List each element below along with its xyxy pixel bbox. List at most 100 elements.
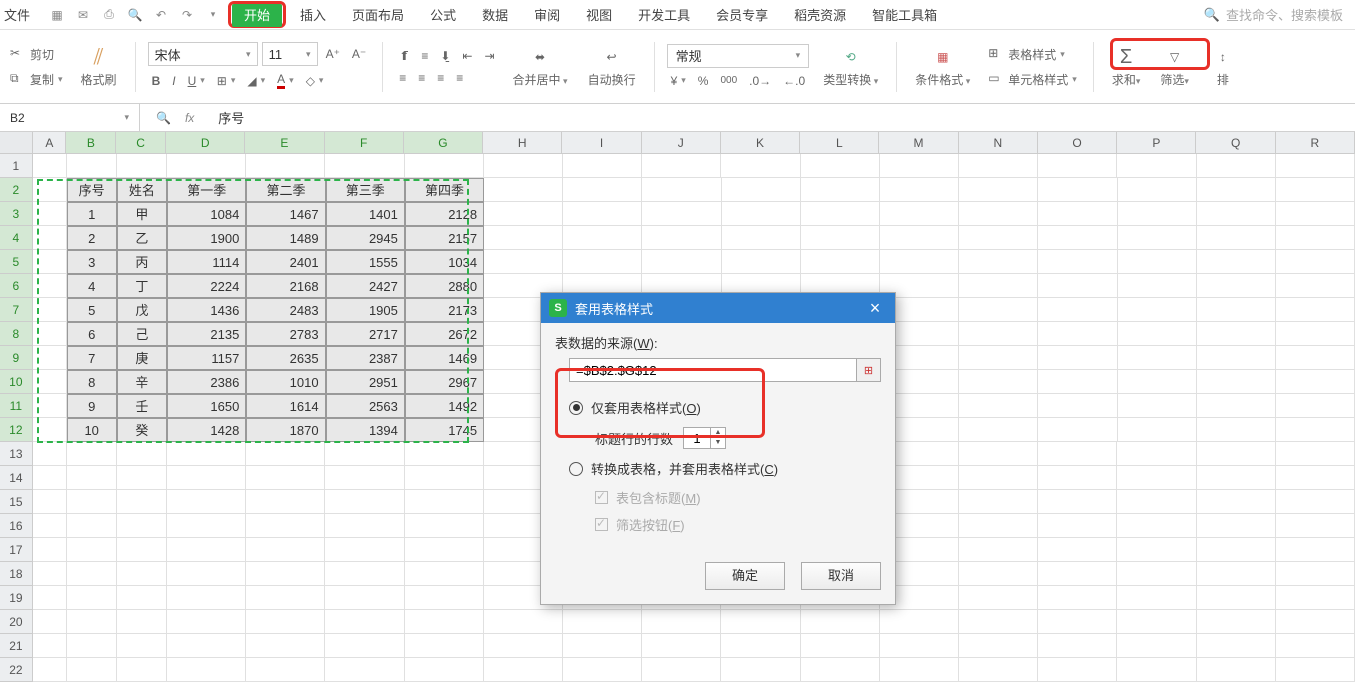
cell-A18[interactable] xyxy=(33,562,67,586)
row-header-10[interactable]: 10 xyxy=(0,370,33,394)
cell-R20[interactable] xyxy=(1276,610,1355,634)
cell-A20[interactable] xyxy=(33,610,67,634)
cell-P2[interactable] xyxy=(1118,178,1197,202)
row-header-18[interactable]: 18 xyxy=(0,562,33,586)
cell-G13[interactable] xyxy=(405,442,484,466)
cell-R10[interactable] xyxy=(1276,370,1355,394)
row-header-14[interactable]: 14 xyxy=(0,466,33,490)
name-box[interactable]: B2 ▾ xyxy=(0,104,140,131)
cell-B18[interactable] xyxy=(67,562,117,586)
cell-O19[interactable] xyxy=(1038,586,1117,610)
cell-F21[interactable] xyxy=(325,634,404,658)
cell-G15[interactable] xyxy=(405,490,484,514)
cell-C21[interactable] xyxy=(117,634,167,658)
cell-B19[interactable] xyxy=(67,586,117,610)
cell-E1[interactable] xyxy=(246,154,325,178)
cell-R15[interactable] xyxy=(1276,490,1355,514)
row-header-3[interactable]: 3 xyxy=(0,202,33,226)
cell-D10[interactable]: 2386 xyxy=(167,370,246,394)
cell-R13[interactable] xyxy=(1276,442,1355,466)
cell-F13[interactable] xyxy=(325,442,404,466)
cell-B12[interactable]: 10 xyxy=(67,418,117,442)
cell-P18[interactable] xyxy=(1117,562,1196,586)
col-header-P[interactable]: P xyxy=(1117,132,1196,153)
align-top-button[interactable]: ⬆̄ xyxy=(395,47,413,65)
cell-P7[interactable] xyxy=(1118,298,1197,322)
cell-B3[interactable]: 1 xyxy=(67,202,117,226)
cell-N14[interactable] xyxy=(959,466,1038,490)
row-header-7[interactable]: 7 xyxy=(0,298,33,322)
cell-N22[interactable] xyxy=(959,658,1038,682)
row-header-6[interactable]: 6 xyxy=(0,274,33,298)
cell-B5[interactable]: 3 xyxy=(67,250,117,274)
cell-C16[interactable] xyxy=(117,514,167,538)
cell-P10[interactable] xyxy=(1118,370,1197,394)
align-right-button[interactable]: ≡ xyxy=(433,69,448,87)
cell-R11[interactable] xyxy=(1276,394,1355,418)
cell-K21[interactable] xyxy=(721,634,800,658)
cell-E16[interactable] xyxy=(246,514,325,538)
cell-B4[interactable]: 2 xyxy=(67,226,117,250)
cell-D21[interactable] xyxy=(167,634,246,658)
cell-O3[interactable] xyxy=(1038,202,1117,226)
cell-C11[interactable]: 壬 xyxy=(117,394,167,418)
select-all-corner[interactable] xyxy=(0,132,33,153)
radio-style-only[interactable]: 仅套用表格样式(O) xyxy=(555,392,881,423)
cell-E4[interactable]: 1489 xyxy=(246,226,325,250)
cell-A16[interactable] xyxy=(33,514,67,538)
cell-H4[interactable] xyxy=(484,226,563,250)
cell-G14[interactable] xyxy=(405,466,484,490)
cell-A21[interactable] xyxy=(33,634,67,658)
cell-D14[interactable] xyxy=(167,466,246,490)
align-middle-button[interactable]: ≡ xyxy=(417,47,432,65)
cell-C2[interactable]: 姓名 xyxy=(117,178,167,202)
cell-G5[interactable]: 1034 xyxy=(405,250,484,274)
cell-R12[interactable] xyxy=(1276,418,1355,442)
cell-B13[interactable] xyxy=(67,442,117,466)
cell-D13[interactable] xyxy=(167,442,246,466)
command-search[interactable]: 🔍 查找命令、搜索模板 xyxy=(1196,5,1351,24)
cell-Q17[interactable] xyxy=(1197,538,1276,562)
cell-N8[interactable] xyxy=(959,322,1038,346)
align-justify-button[interactable]: ≡ xyxy=(452,69,467,87)
cell-R19[interactable] xyxy=(1276,586,1355,610)
cell-D20[interactable] xyxy=(167,610,246,634)
cell-D5[interactable]: 1114 xyxy=(167,250,246,274)
qat-dropdown-icon[interactable]: ▾ xyxy=(204,6,222,24)
font-color-button[interactable]: A▾ xyxy=(273,70,298,91)
bold-button[interactable]: B xyxy=(148,72,165,90)
undo-icon[interactable]: ↶ xyxy=(152,6,170,24)
underline-button[interactable]: U▾ xyxy=(184,72,209,90)
cell-G16[interactable] xyxy=(405,514,484,538)
cell-Q19[interactable] xyxy=(1197,586,1276,610)
cell-I2[interactable] xyxy=(563,178,642,202)
cell-L4[interactable] xyxy=(801,226,880,250)
cell-E18[interactable] xyxy=(246,562,325,586)
cell-F12[interactable]: 1394 xyxy=(326,418,405,442)
cell-R21[interactable] xyxy=(1276,634,1355,658)
cell-Q15[interactable] xyxy=(1197,490,1276,514)
cell-D2[interactable]: 第一季 xyxy=(167,178,246,202)
cell-E14[interactable] xyxy=(246,466,325,490)
header-rows-spinner[interactable]: ▲▼ xyxy=(683,427,726,449)
indent-right-button[interactable]: ⇥ xyxy=(480,47,498,65)
cell-M22[interactable] xyxy=(880,658,959,682)
currency-button[interactable]: ¥▾ xyxy=(667,72,690,90)
cell-O9[interactable] xyxy=(1038,346,1117,370)
comma-button[interactable]: 000 xyxy=(716,73,741,88)
cell-Q9[interactable] xyxy=(1197,346,1276,370)
cell-F15[interactable] xyxy=(325,490,404,514)
cell-F17[interactable] xyxy=(325,538,404,562)
cell-K1[interactable] xyxy=(721,154,800,178)
redo-icon[interactable]: ↷ xyxy=(178,6,196,24)
row-header-4[interactable]: 4 xyxy=(0,226,33,250)
col-header-J[interactable]: J xyxy=(642,132,721,153)
row-header-20[interactable]: 20 xyxy=(0,610,33,634)
cell-K3[interactable] xyxy=(722,202,801,226)
cell-A7[interactable] xyxy=(33,298,67,322)
cell-E3[interactable]: 1467 xyxy=(246,202,325,226)
cell-G9[interactable]: 1469 xyxy=(405,346,484,370)
cell-C17[interactable] xyxy=(117,538,167,562)
new-icon[interactable]: ▦ xyxy=(48,6,66,24)
cell-N3[interactable] xyxy=(959,202,1038,226)
